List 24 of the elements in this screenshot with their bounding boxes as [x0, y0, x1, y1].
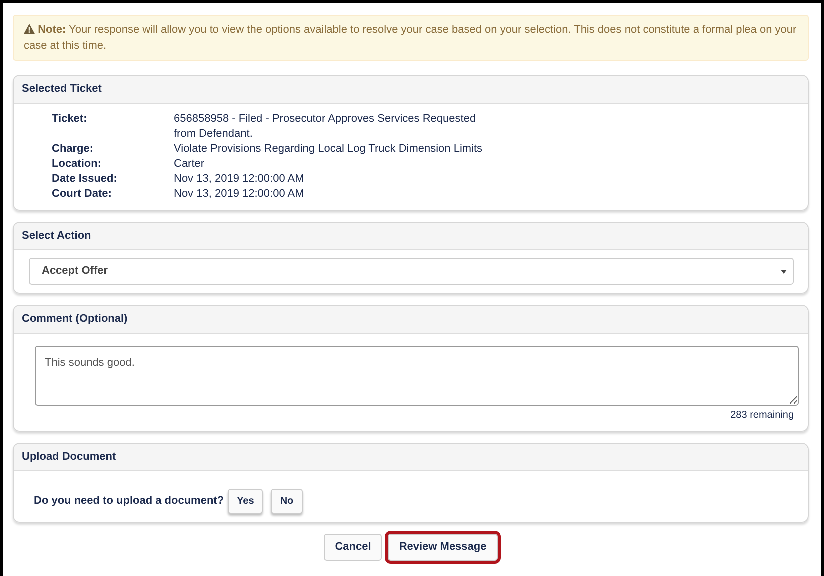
answer-button[interactable]: Yes: [228, 489, 264, 514]
field-value: Carter: [174, 156, 206, 172]
field-label: Ticket:: [52, 112, 88, 126]
field-value: Violate Provisions Regarding Local Log Truck Dimension Limits: [174, 142, 484, 156]
field-value: Nov 13, 2019 12:00:00 AM: [174, 186, 306, 202]
note-text: Note: Your response will allow you to view the options available to resolve your case based on your selection. This does not constitute a formal plea on your case at this time.: [24, 23, 798, 54]
warning-icon: [24, 24, 35, 34]
cancel-button[interactable]: Cancel: [324, 534, 382, 560]
upload-question: Do you need to upload a document?: [34, 494, 224, 510]
panel-title: Comment (Optional): [14, 306, 808, 334]
field-label: Court Date:: [52, 186, 113, 202]
field-value: Nov 13, 2019 12:00:00 AM: [174, 172, 306, 186]
panel-title: Selected Ticket: [14, 76, 808, 104]
field-label: Date Issued:: [52, 172, 118, 186]
answer-button[interactable]: No: [271, 489, 303, 514]
remaining-count: 283 remaining: [730, 408, 795, 422]
comment-field[interactable]: This sounds good.: [35, 346, 799, 406]
caret-icon: [781, 270, 787, 274]
field-value: 656858958 - Filed - Prosecutor Approves Services Requested from Defendant.: [174, 112, 478, 142]
field-label: Charge:: [52, 142, 95, 156]
action-select[interactable]: Accept Offer: [29, 258, 794, 285]
panel-title: Select Action: [14, 222, 808, 250]
panel-title: Upload Document: [14, 444, 808, 471]
field-label: Location:: [52, 156, 102, 172]
